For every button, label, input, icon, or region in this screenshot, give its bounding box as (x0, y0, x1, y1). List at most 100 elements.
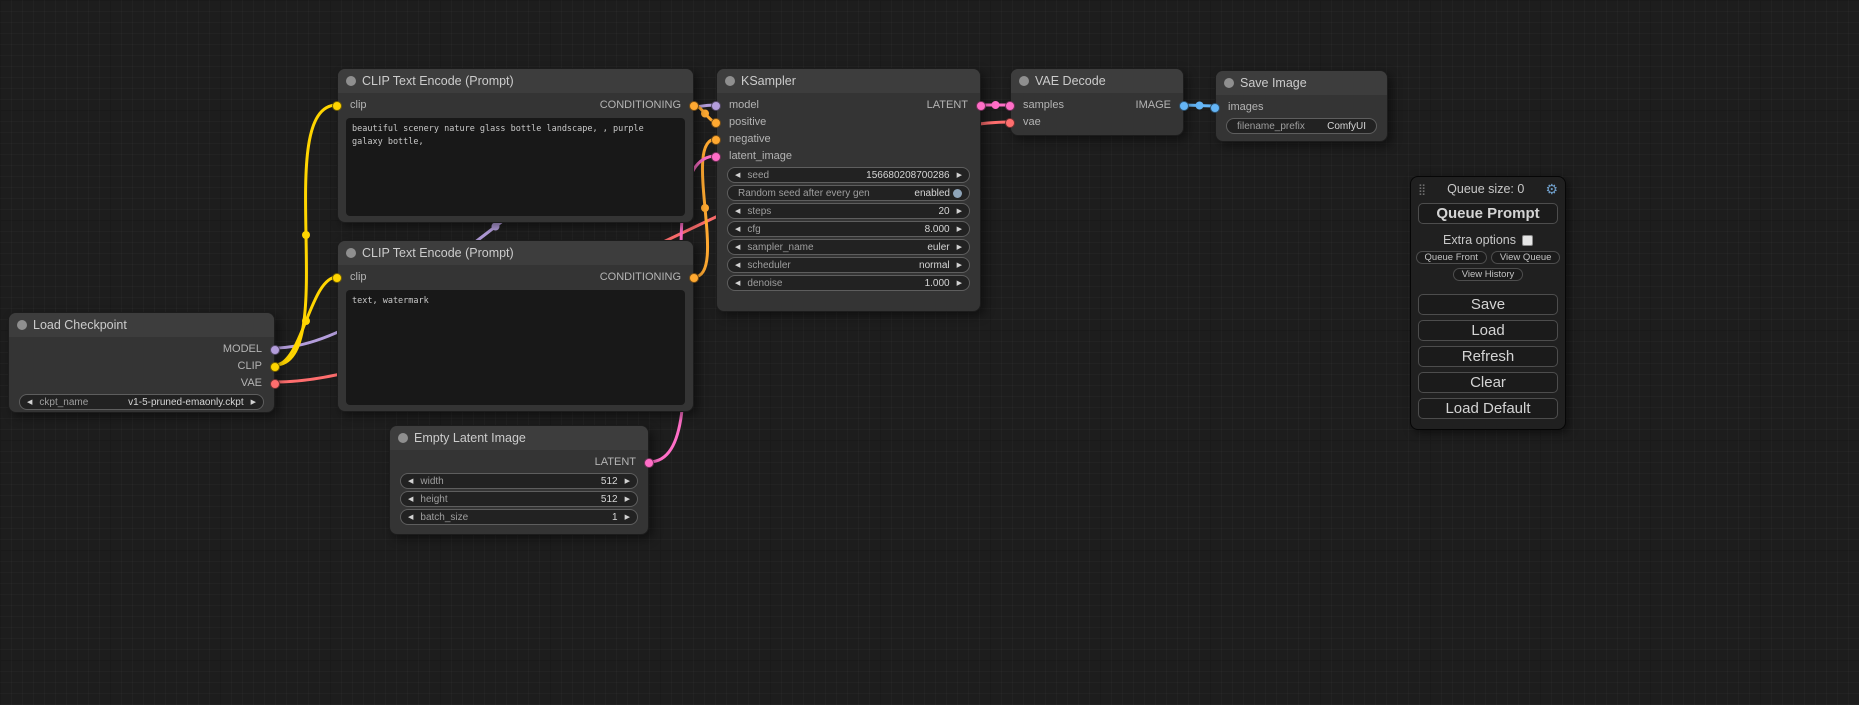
node-collapse-dot-icon[interactable] (346, 76, 356, 86)
queue-front-button[interactable]: Queue Front (1416, 251, 1487, 264)
widget-value: 512 (601, 476, 618, 487)
decrement-arrow-icon[interactable]: ◀ (735, 172, 740, 179)
output-port-model[interactable] (270, 345, 280, 355)
decrement-arrow-icon[interactable]: ◀ (27, 399, 32, 406)
view-queue-button[interactable]: View Queue (1491, 251, 1561, 264)
extra-options-checkbox[interactable] (1522, 235, 1533, 246)
increment-arrow-icon[interactable]: ▶ (625, 514, 630, 521)
node-title-bar[interactable]: VAE Decode (1011, 69, 1183, 93)
increment-arrow-icon[interactable]: ▶ (957, 244, 962, 251)
input-label-vae: vae (1023, 114, 1041, 131)
decrement-arrow-icon[interactable]: ◀ (735, 280, 740, 287)
widget-width[interactable]: ◀ width 512 ▶ (400, 473, 638, 489)
increment-arrow-icon[interactable]: ▶ (957, 172, 962, 179)
output-port-conditioning[interactable] (689, 273, 699, 283)
widget-label: sampler_name (747, 242, 813, 253)
output-port-latent[interactable] (644, 458, 654, 468)
node-load-checkpoint[interactable]: Load Checkpoint MODEL CLIP VAE ◀ ckpt_na… (8, 312, 275, 413)
node-title-bar[interactable]: Save Image (1216, 71, 1387, 95)
node-collapse-dot-icon[interactable] (17, 320, 27, 330)
widget-label: cfg (747, 224, 760, 235)
widget-random-seed-toggle[interactable]: Random seed after every gen enabled (727, 185, 970, 201)
input-port-positive[interactable] (711, 118, 721, 128)
node-ksampler[interactable]: KSampler model LATENT positive negative … (716, 68, 981, 312)
wire-midpoint-dot (302, 231, 310, 239)
refresh-button[interactable]: Refresh (1418, 346, 1558, 367)
widget-scheduler[interactable]: ◀ scheduler normal ▶ (727, 257, 970, 273)
widget-seed[interactable]: ◀ seed 156680208700286 ▶ (727, 167, 970, 183)
input-port-negative[interactable] (711, 135, 721, 145)
decrement-arrow-icon[interactable]: ◀ (735, 226, 740, 233)
node-title-bar[interactable]: Empty Latent Image (390, 426, 648, 450)
node-collapse-dot-icon[interactable] (1019, 76, 1029, 86)
save-button[interactable]: Save (1418, 294, 1558, 315)
widget-steps[interactable]: ◀ steps 20 ▶ (727, 203, 970, 219)
load-default-button[interactable]: Load Default (1418, 398, 1558, 419)
view-history-button[interactable]: View History (1453, 268, 1524, 281)
toggle-knob-icon[interactable] (953, 189, 962, 198)
input-label-clip: clip (350, 97, 367, 114)
output-port-latent[interactable] (976, 101, 986, 111)
input-port-vae[interactable] (1005, 118, 1015, 128)
node-empty-latent-image[interactable]: Empty Latent Image LATENT ◀ width 512 ▶ … (389, 425, 649, 535)
input-port-model[interactable] (711, 101, 721, 111)
widget-height[interactable]: ◀ height 512 ▶ (400, 491, 638, 507)
output-port-vae[interactable] (270, 379, 280, 389)
queue-prompt-button[interactable]: Queue Prompt (1418, 203, 1558, 224)
node-title-bar[interactable]: KSampler (717, 69, 980, 93)
drag-handle-icon[interactable]: ⣿ (1418, 183, 1426, 196)
clear-button[interactable]: Clear (1418, 372, 1558, 393)
decrement-arrow-icon[interactable]: ◀ (408, 514, 413, 521)
wire-midpoint-dot (1196, 102, 1204, 110)
input-port-clip[interactable] (332, 273, 342, 283)
increment-arrow-icon[interactable]: ▶ (957, 262, 962, 269)
decrement-arrow-icon[interactable]: ◀ (408, 496, 413, 503)
output-label-conditioning: CONDITIONING (600, 269, 681, 286)
decrement-arrow-icon[interactable]: ◀ (735, 244, 740, 251)
input-port-images[interactable] (1210, 103, 1220, 113)
decrement-arrow-icon[interactable]: ◀ (735, 262, 740, 269)
widget-sampler-name[interactable]: ◀ sampler_name euler ▶ (727, 239, 970, 255)
output-port-image[interactable] (1179, 101, 1189, 111)
input-port-latent-image[interactable] (711, 152, 721, 162)
output-label-image: IMAGE (1136, 97, 1171, 114)
widget-label: width (420, 476, 443, 487)
widget-ckpt-name[interactable]: ◀ ckpt_name v1-5-pruned-emaonly.ckpt ▶ (19, 394, 264, 410)
widget-denoise[interactable]: ◀ denoise 1.000 ▶ (727, 275, 970, 291)
widget-cfg[interactable]: ◀ cfg 8.000 ▶ (727, 221, 970, 237)
output-port-conditioning[interactable] (689, 101, 699, 111)
node-collapse-dot-icon[interactable] (1224, 78, 1234, 88)
increment-arrow-icon[interactable]: ▶ (957, 226, 962, 233)
input-label-samples: samples (1023, 97, 1064, 114)
input-port-samples[interactable] (1005, 101, 1015, 111)
output-label-latent: LATENT (927, 97, 968, 114)
decrement-arrow-icon[interactable]: ◀ (408, 478, 413, 485)
node-save-image[interactable]: Save Image images filename_prefix ComfyU… (1215, 70, 1388, 142)
node-clip-text-encode-negative[interactable]: CLIP Text Encode (Prompt) clip CONDITION… (337, 240, 694, 412)
node-title-bar[interactable]: Load Checkpoint (9, 313, 274, 337)
widget-label: batch_size (420, 512, 468, 523)
input-port-clip[interactable] (332, 101, 342, 111)
decrement-arrow-icon[interactable]: ◀ (735, 208, 740, 215)
prompt-textarea[interactable]: beautiful scenery nature glass bottle la… (346, 118, 685, 216)
node-collapse-dot-icon[interactable] (725, 76, 735, 86)
widget-batch-size[interactable]: ◀ batch_size 1 ▶ (400, 509, 638, 525)
node-title-bar[interactable]: CLIP Text Encode (Prompt) (338, 241, 693, 265)
node-title-bar[interactable]: CLIP Text Encode (Prompt) (338, 69, 693, 93)
settings-gear-icon[interactable]: ⚙ (1545, 181, 1558, 198)
node-clip-text-encode-positive[interactable]: CLIP Text Encode (Prompt) clip CONDITION… (337, 68, 694, 223)
node-collapse-dot-icon[interactable] (398, 433, 408, 443)
increment-arrow-icon[interactable]: ▶ (957, 208, 962, 215)
node-collapse-dot-icon[interactable] (346, 248, 356, 258)
increment-arrow-icon[interactable]: ▶ (625, 496, 630, 503)
widget-filename-prefix[interactable]: filename_prefix ComfyUI (1226, 118, 1377, 134)
load-button[interactable]: Load (1418, 320, 1558, 341)
node-vae-decode[interactable]: VAE Decode samples IMAGE vae (1010, 68, 1184, 136)
increment-arrow-icon[interactable]: ▶ (251, 399, 256, 406)
output-port-clip[interactable] (270, 362, 280, 372)
widget-value: 1.000 (925, 278, 950, 289)
increment-arrow-icon[interactable]: ▶ (957, 280, 962, 287)
prompt-textarea[interactable]: text, watermark (346, 290, 685, 405)
increment-arrow-icon[interactable]: ▶ (625, 478, 630, 485)
node-graph-canvas[interactable]: Load Checkpoint MODEL CLIP VAE ◀ ckpt_na… (0, 0, 1859, 705)
